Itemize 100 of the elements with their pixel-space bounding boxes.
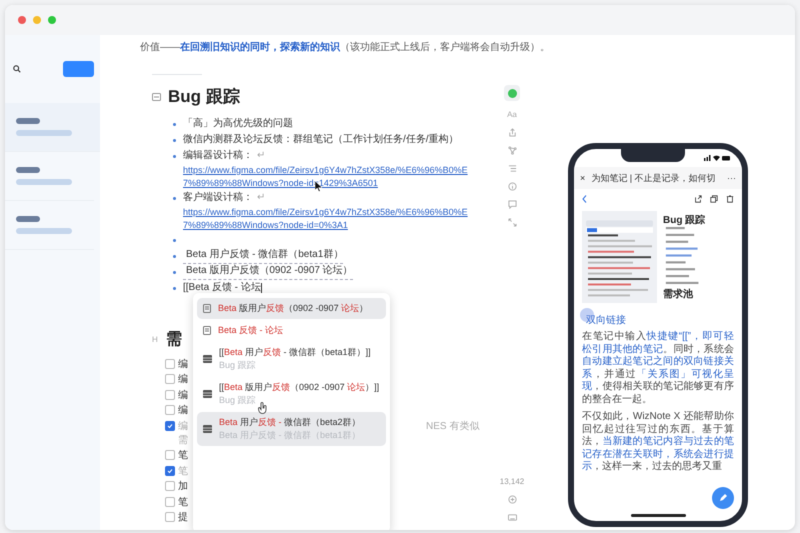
list-item-text: 「高」为高优先级的问题 — [183, 116, 293, 131]
section-heading: 需 — [166, 330, 182, 350]
snippet-placeholder-bar — [16, 179, 72, 185]
checkbox[interactable] — [165, 512, 175, 522]
checkbox[interactable] — [165, 496, 175, 507]
checkbox[interactable] — [165, 481, 175, 492]
copy-icon[interactable] — [710, 195, 718, 203]
suggestion-subtitle: Bug 跟踪 — [219, 394, 257, 407]
touch-indicator — [580, 308, 594, 322]
title-placeholder-bar — [16, 118, 40, 124]
block-icon — [203, 355, 212, 363]
trash-icon[interactable] — [726, 195, 734, 203]
text-caret — [260, 282, 262, 294]
checkbox[interactable] — [165, 374, 175, 384]
article-heading: 双向链接 — [586, 315, 626, 326]
intro-sentence: 价值——在回溯旧知识的同时，探索新的知识（该功能正式上线后，客户端将会自动升级）。 — [140, 41, 550, 55]
return-mark: ↵ — [257, 150, 266, 161]
hand-cursor-icon — [258, 402, 268, 414]
task-text: 加 — [178, 480, 188, 494]
task-text: 笔 — [178, 464, 188, 478]
task-text: 提 — [178, 511, 188, 524]
suggestion-item[interactable]: Beta 版用户反馈（0902 -0907 论坛） — [197, 298, 386, 319]
bullet-dot — [173, 271, 176, 274]
bullet-dot — [173, 197, 176, 200]
status-icons-drawing — [704, 155, 730, 161]
pencil-icon — [719, 494, 727, 502]
page-title: 为知笔记 | 不止是记录，如何切 — [591, 172, 717, 184]
checkbox[interactable] — [165, 405, 175, 416]
note-link[interactable]: Beta 用户反馈 - 微信群（beta1群） — [183, 248, 344, 264]
task-text: 笔 — [178, 449, 188, 462]
check-icon — [167, 468, 173, 474]
word-count: 13,142 — [500, 477, 524, 486]
block-icon — [203, 425, 212, 433]
note-list-item[interactable] — [5, 103, 100, 152]
checkbox[interactable] — [165, 358, 175, 369]
list-item-text: 编辑器设计稿： — [183, 150, 253, 161]
checkbox[interactable] — [165, 420, 175, 431]
task-text: 编 — [178, 358, 188, 371]
add-icon[interactable] — [508, 495, 516, 504]
minimize-window-button[interactable] — [33, 16, 41, 24]
zoom-window-button[interactable] — [48, 16, 56, 24]
more-button[interactable]: ··· — [727, 173, 736, 183]
info-icon[interactable] — [508, 182, 516, 191]
back-icon[interactable] — [582, 195, 587, 203]
bullet-dot — [173, 123, 176, 126]
mini-heading: Bug 跟踪 — [663, 214, 706, 227]
home-indicator — [630, 514, 686, 516]
snippet-placeholder-bar — [16, 228, 72, 234]
suggestion-title: Beta 用户反馈 - 微信群（beta2群） — [219, 416, 361, 429]
section-heading: Bug 跟踪 — [168, 86, 240, 108]
typed-text: [[Beta 反馈 - 论坛 — [183, 281, 261, 295]
snippet-placeholder-bar — [16, 130, 72, 136]
task-text: 笔 — [178, 496, 188, 509]
expand-icon[interactable] — [508, 218, 516, 227]
task-text: 编 — [178, 420, 188, 433]
task-text: 编 — [178, 372, 188, 386]
suggestion-title: Beta 反馈 - 论坛 — [218, 324, 284, 337]
task-text: 编 — [178, 404, 188, 418]
title-placeholder-bar — [16, 216, 40, 222]
heading-icon — [152, 92, 161, 100]
figma-link[interactable]: https://www.figma.com/file/Zeirsv1g6Y4w7hZstX358e/%E6%96%B0%E7%89%89%88Windows?node-id=0%3A1 — [183, 206, 468, 232]
figma-link[interactable]: https://www.figma.com/file/Zeirsv1g6Y4w7hZstX358e/%E6%96%B0%E7%89%89%88Windows?node-id=1429%3A6501 — [183, 164, 468, 190]
title-placeholder-bar — [16, 167, 40, 173]
task-text: 需 — [178, 434, 188, 448]
article-paragraph: 在笔记中输入快捷键“[[”，即可轻松引用其他的笔记。同时，系统会自动建立起笔记之间的双向链接关系，并通过「关系图」可视化呈现，使得相关联的笔记能够更有序的整合在一起。 — [582, 331, 734, 406]
task-text: NES 有类似 — [426, 420, 480, 433]
edit-button[interactable] — [712, 487, 734, 509]
return-mark: ↵ — [257, 192, 266, 203]
checkbox[interactable] — [165, 390, 175, 400]
note-link[interactable]: Beta 版用户反馈（0902 -0907 论坛） — [183, 264, 353, 280]
task-text: 编 — [178, 388, 188, 402]
bullet-dot — [173, 255, 176, 258]
suggestion-item[interactable]: [[Beta 版用户反馈（0902 -0907 论坛）]] Bug 跟踪 — [197, 377, 386, 411]
close-button[interactable]: × — [580, 173, 586, 183]
suggestion-title: Beta 版用户反馈（0902 -0907 论坛） — [218, 302, 368, 315]
bullet-dot — [173, 139, 176, 142]
suggestion-title: [[Beta 用户反馈 - 微信群（beta1群）]] — [219, 346, 371, 359]
list-item-text: 微信内测群及论坛反馈：群组笔记（工作计划任务/任务/重构） — [183, 132, 459, 147]
sync-status-button[interactable] — [504, 85, 520, 101]
document-icon — [203, 304, 211, 313]
suggestion-item[interactable]: Beta 反馈 - 论坛 — [197, 320, 386, 341]
bullet-dot — [173, 239, 176, 242]
close-window-button[interactable] — [18, 16, 26, 24]
graph-icon[interactable] — [508, 146, 516, 155]
heading-level-icon: H — [152, 335, 158, 344]
checkbox[interactable] — [165, 466, 175, 476]
bullet-dot — [173, 287, 176, 290]
new-note-button[interactable] — [63, 61, 94, 77]
checkbox[interactable] — [165, 450, 175, 460]
list-item-text: 客户端设计稿： — [183, 192, 253, 203]
comment-icon[interactable] — [508, 200, 516, 209]
share-icon[interactable] — [694, 195, 702, 203]
search-icon[interactable] — [13, 65, 21, 73]
document-icon — [203, 326, 211, 335]
keyboard-icon[interactable] — [508, 513, 516, 522]
article-paragraph: 不仅如此，WizNote X 还能帮助你回忆起过往写过的东西。基于算法，当新建的笔记内容与过去的笔记存在潜在关联时，系统会进行提示，这样一来，过去的思考又重 — [582, 411, 734, 474]
block-icon — [203, 390, 212, 398]
suggestion-item[interactable]: [[Beta 用户反馈 - 微信群（beta1群）]] Bug 跟踪 — [197, 342, 386, 376]
outline-icon[interactable] — [508, 164, 516, 173]
phone-notch — [621, 149, 685, 162]
